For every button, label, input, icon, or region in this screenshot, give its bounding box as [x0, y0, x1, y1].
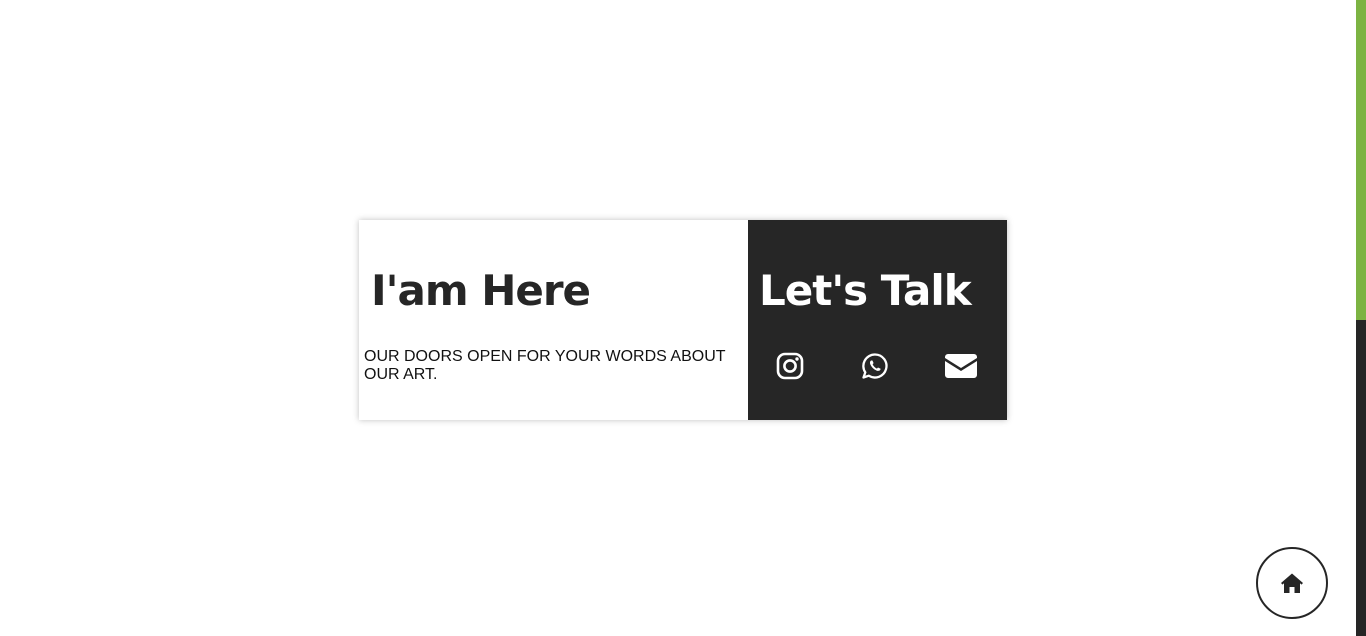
instagram-link[interactable] [773, 351, 807, 381]
contact-card-intro: I'am Here OUR DOORS OPEN FOR YOUR WORDS … [359, 220, 748, 420]
intro-heading: I'am Here [371, 266, 591, 315]
whatsapp-icon [862, 353, 888, 379]
contact-card: I'am Here OUR DOORS OPEN FOR YOUR WORDS … [359, 220, 1007, 420]
contact-page: I'am Here OUR DOORS OPEN FOR YOUR WORDS … [0, 0, 1366, 636]
home-button[interactable] [1256, 547, 1328, 619]
scrollbar-thumb[interactable] [1356, 0, 1366, 320]
home-icon [1281, 573, 1303, 593]
social-heading: Let's Talk [759, 266, 972, 315]
email-link[interactable] [944, 351, 978, 381]
instagram-icon [776, 352, 804, 380]
scrollbar[interactable] [1356, 0, 1366, 636]
contact-card-social: Let's Talk [748, 220, 1007, 420]
envelope-icon [945, 354, 977, 378]
intro-text: OUR DOORS OPEN FOR YOUR WORDS ABOUT OUR … [364, 348, 726, 383]
whatsapp-link[interactable] [858, 351, 892, 381]
